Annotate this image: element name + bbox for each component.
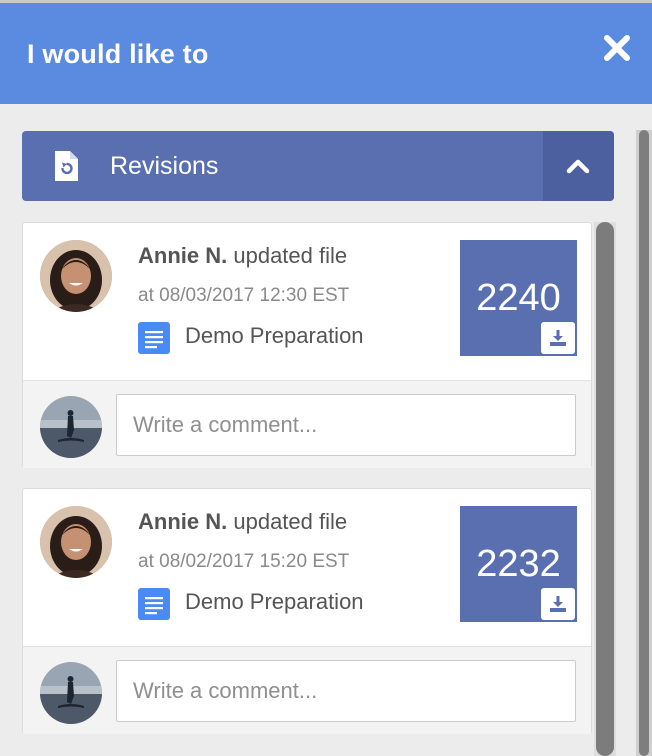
revision-number: 2232 [476, 543, 561, 585]
document-icon [138, 588, 170, 620]
current-user-avatar [40, 662, 102, 724]
revision-number: 2240 [476, 277, 561, 319]
download-icon [550, 330, 566, 346]
file-link[interactable]: Demo Preparation [185, 323, 364, 349]
comment-row [23, 646, 591, 734]
panel-scrollbar-thumb[interactable] [639, 130, 649, 756]
file-link[interactable]: Demo Preparation [185, 589, 364, 615]
download-revision-button[interactable] [541, 322, 575, 354]
revision-summary: Annie N. updated file [138, 243, 347, 269]
revision-list-scrollbar-thumb[interactable] [596, 222, 614, 756]
user-name[interactable]: Annie N. [138, 243, 227, 268]
current-user-avatar [40, 396, 102, 458]
collapse-section-button[interactable] [543, 131, 614, 201]
revision-timestamp: at 08/02/2017 15:20 EST [138, 551, 350, 572]
avatar-photo [40, 506, 112, 578]
comment-input[interactable] [116, 394, 576, 456]
revision-number-badge: 2232 [460, 506, 577, 622]
revision-card: Annie N. updated file at 08/03/2017 12:3… [22, 222, 592, 468]
panel-title: I would like to [27, 39, 209, 69]
user-avatar[interactable] [40, 506, 112, 578]
panel-scrollbar[interactable] [636, 130, 652, 756]
user-name[interactable]: Annie N. [138, 509, 227, 534]
section-title: Revisions [110, 152, 219, 180]
revision-list-scrollbar[interactable] [594, 222, 616, 756]
revision-action: updated file [233, 509, 348, 534]
download-revision-button[interactable] [541, 588, 575, 620]
panel-header: I would like to [0, 3, 652, 104]
revision-file-icon [55, 151, 78, 181]
revision-action: updated file [233, 243, 348, 268]
document-icon [138, 322, 170, 354]
chevron-up-icon [566, 159, 590, 174]
user-avatar[interactable] [40, 240, 112, 312]
avatar-photo [40, 240, 112, 312]
revision-card: Annie N. updated file at 08/02/2017 15:2… [22, 488, 592, 734]
avatar-photo [40, 662, 102, 724]
revision-number-badge: 2240 [460, 240, 577, 356]
revisions-section-header[interactable]: Revisions [22, 131, 614, 201]
download-icon [550, 596, 566, 612]
revision-list: Annie N. updated file at 08/03/2017 12:3… [22, 222, 616, 756]
revision-summary: Annie N. updated file [138, 509, 347, 535]
avatar-photo [40, 396, 102, 458]
comment-input[interactable] [116, 660, 576, 722]
revision-timestamp: at 08/03/2017 12:30 EST [138, 285, 350, 306]
comment-row [23, 380, 591, 468]
close-button[interactable] [600, 31, 634, 65]
close-icon [604, 35, 630, 61]
